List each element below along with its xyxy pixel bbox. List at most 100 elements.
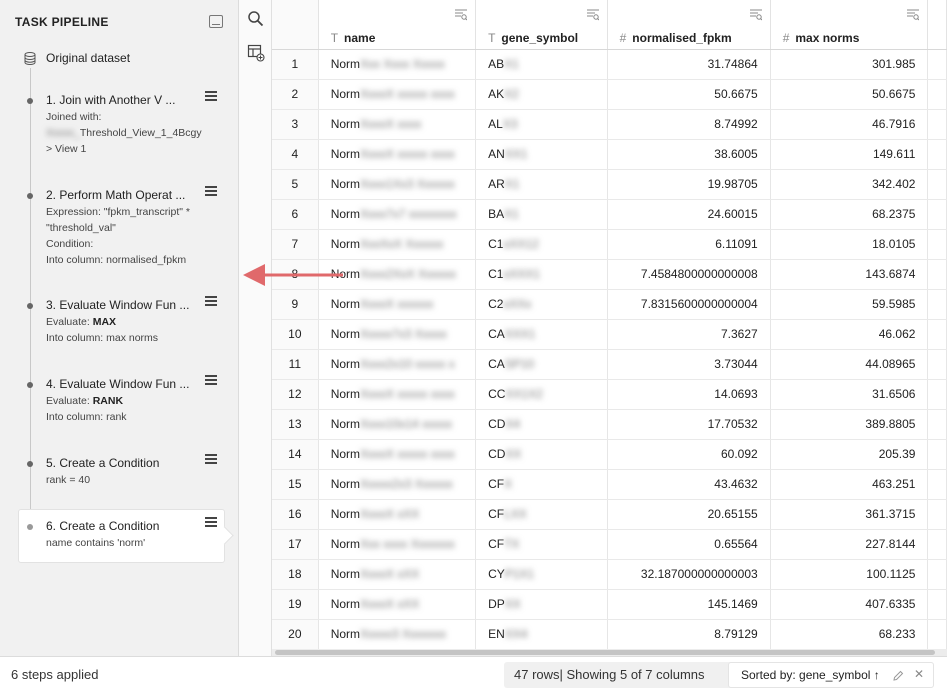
pipeline-step-6[interactable]: 6. Create a Condition name contains 'nor… <box>22 517 222 555</box>
table-row[interactable]: 5 NormXxxx1Xx3 Xxxxxx ARX1 19.98705 342.402 <box>272 169 947 200</box>
collapse-panel-icon[interactable] <box>209 15 223 28</box>
blurred-text: XX4 <box>504 627 528 641</box>
table-row[interactable]: 11 NormXxxx2x10 xxxxx x CASP10 3.73044 44.08… <box>272 349 947 380</box>
horizontal-scrollbar[interactable] <box>272 649 947 656</box>
table-row[interactable]: 13 NormXxxx10x14 xxxxx CDX4 17.70532 389.880… <box>272 409 947 440</box>
cell-normalised-fpkm: 7.4584800000000008 <box>607 259 771 290</box>
table-row[interactable]: 17 NormXxx xxxx Xxxxxxx CFTX 0.65564 227.814… <box>272 529 947 560</box>
table-row[interactable]: 16 NormXxxxX xXX CFLXX 20.65155 361.3715 <box>272 499 947 530</box>
step-detail: Xxxxx_Threshold_View_1_4Bcgy <box>46 125 202 141</box>
data-table: Tname Tgene_symbol # normalised_fpkm # max… <box>272 0 947 649</box>
status-footer: 6 steps applied 47 rows| Showing 5 of 7 … <box>0 656 947 692</box>
blurred-text: xXX12 <box>503 237 539 251</box>
hamburger-menu-icon[interactable] <box>205 186 217 198</box>
hamburger-menu-icon[interactable] <box>205 517 217 529</box>
table-row[interactable]: 4 NormXxxxX xxxxx xxxx ANXX1 38.6005 149.611 <box>272 139 947 170</box>
cell-max-norms: 342.402 <box>770 169 929 200</box>
table-row[interactable]: 8NormXxxx2XxX XxxxxxC1xXXX17.45848000000… <box>272 259 947 290</box>
cell-name: NormXxxxX xxxxx xxxx <box>318 379 477 410</box>
row-index: 6 <box>272 199 319 230</box>
column-filter-icon[interactable] <box>586 9 599 21</box>
cell-name: NormXxxx2x10 xxxxx x <box>318 349 477 380</box>
table-row[interactable]: 7 NormXxxXxX Xxxxxx C1xXX12 6.11091 18.0105 <box>272 229 947 260</box>
cell-text: AK <box>488 87 505 101</box>
table-row[interactable]: 14 NormXxxxX xxxxx xxxx CDXX 60.092 205.39 <box>272 439 947 470</box>
cell-gene-symbol: CFTX <box>475 529 608 560</box>
database-icon <box>24 51 36 65</box>
column-filter-icon[interactable] <box>749 9 763 21</box>
table-row[interactable]: 20 NormXxxxx3 Xxxxxxx ENXX4 8.79129 68.233 <box>272 619 947 649</box>
column-header-gene-symbol[interactable]: Tgene_symbol <box>475 0 608 50</box>
pipeline-step-3[interactable]: 3. Evaluate Window Fun ... Evaluate: MAX… <box>22 296 222 348</box>
pipeline-step-4[interactable]: 4. Evaluate Window Fun ... Evaluate: RAN… <box>22 375 222 427</box>
cell-normalised-fpkm: 145.1469 <box>607 589 771 620</box>
cell-text: CD <box>488 447 506 461</box>
table-row[interactable]: 10 NormXxxxx7x3 Xxxxx CAXXX1 7.3627 46.062 <box>272 319 947 350</box>
blurred-text: Xxxx7x7 xxxxxxxx <box>360 207 457 221</box>
step-detail-prefix: Evaluate: <box>46 316 93 328</box>
blurred-text: X1 <box>504 177 520 191</box>
close-icon[interactable]: ✕ <box>914 667 924 681</box>
row-index: 4 <box>272 139 319 170</box>
table-row[interactable]: 6 NormXxxx7x7 xxxxxxxx BAX1 24.60015 68.2375 <box>272 199 947 230</box>
hamburger-menu-icon[interactable] <box>205 91 217 103</box>
rows-info[interactable]: 47 rows| Showing 5 of 7 columns <box>514 667 705 682</box>
cell-overflow <box>927 439 947 470</box>
table-row[interactable]: 3 NormXxxxX xxxx ALX3 8.74992 46.7916 <box>272 109 947 140</box>
column-header-overflow <box>927 0 947 50</box>
cell-text: CY <box>488 567 505 581</box>
hamburger-menu-icon[interactable] <box>205 375 217 387</box>
cell-overflow <box>927 169 947 200</box>
cell-max-norms: 407.6335 <box>770 589 929 620</box>
step-detail: > View 1 <box>46 143 87 155</box>
pipeline-step-1[interactable]: 1. Join with Another V ... Joined with: … <box>22 91 222 163</box>
blurred-text: XxxxX xxxxx xxxx <box>360 87 455 101</box>
original-dataset[interactable]: Original dataset <box>24 51 130 65</box>
blurred-text: XxxxX xxxxx xxxx <box>360 387 455 401</box>
scrollbar-thumb[interactable] <box>275 650 935 655</box>
table-row[interactable]: 15 NormXxxxx2x3 Xxxxxx CFX 43.4632 463.251 <box>272 469 947 500</box>
cell-overflow <box>927 559 947 590</box>
cell-max-norms: 100.1125 <box>770 559 929 590</box>
column-header-name[interactable]: Tname <box>318 0 477 50</box>
table-row[interactable]: 12 NormXxxxX xxxxx xxxx CCXX1X2 14.0693 31.6… <box>272 379 947 410</box>
cell-overflow <box>927 229 947 260</box>
table-row[interactable]: 18 NormXxxxX xXX CYP1X1 32.187000000000003 1… <box>272 559 947 590</box>
column-filter-icon[interactable] <box>455 9 468 21</box>
cell-gene-symbol: CCXX1X2 <box>475 379 608 410</box>
blurred-text: X2 <box>504 87 519 101</box>
cell-max-norms: 361.3715 <box>770 499 929 530</box>
cell-text: CD <box>488 417 506 431</box>
column-header-max-norms[interactable]: # max norms <box>770 0 929 50</box>
cell-gene-symbol: DPXX <box>475 589 608 620</box>
cell-name: NormXxxxX xXX <box>318 559 477 590</box>
pipeline-step-2[interactable]: 2. Perform Math Operat ... Expression: "… <box>22 186 222 268</box>
table-row[interactable]: 19 NormXxxxX xXX DPXX 145.1469 407.6335 <box>272 589 947 620</box>
table-row[interactable]: 1 NormXxx Xxxx Xxxxx ABX1 31.74864 301.985 <box>272 49 947 80</box>
table-row[interactable]: 2 NormXxxxX xxxxx xxxx AKX2 50.6675 50.6675 <box>272 79 947 110</box>
row-index: 5 <box>272 169 319 200</box>
cell-gene-symbol: C1xXX12 <box>475 229 608 260</box>
row-index: 9 <box>272 289 319 320</box>
cell-max-norms: 68.233 <box>770 619 929 649</box>
cell-text: Norm <box>330 357 361 371</box>
blurred-text: Xxxxx7x3 Xxxxx <box>360 327 447 341</box>
table-row[interactable]: 9 NormXxxxX xxxxxx C2xXXx 7.831560000000000… <box>272 289 947 320</box>
hamburger-menu-icon[interactable] <box>205 296 217 308</box>
cell-gene-symbol: C2xXXx <box>475 289 608 320</box>
step-dot <box>27 382 33 388</box>
pencil-icon[interactable] <box>892 669 904 681</box>
blurred-text: Xxxxx2x3 Xxxxxx <box>360 477 453 491</box>
step-title: 3. Evaluate Window Fun ... <box>46 298 190 312</box>
blurred-text: X1 <box>504 57 519 71</box>
hamburger-menu-icon[interactable] <box>205 454 217 466</box>
pipeline-step-5[interactable]: 5. Create a Condition rank = 40 <box>22 454 222 492</box>
column-filter-icon[interactable] <box>907 9 920 21</box>
search-icon[interactable] <box>247 10 265 28</box>
sort-indicator[interactable]: Sorted by: gene_symbol ↑ ✕ <box>728 662 934 688</box>
cell-max-norms: 149.611 <box>770 139 929 170</box>
cell-name: NormXxxxx2x3 Xxxxxx <box>318 469 477 500</box>
table-status-bar: 47 rows| Showing 5 of 7 columns Sorted b… <box>504 662 934 688</box>
column-header-normalised-fpkm[interactable]: # normalised_fpkm <box>607 0 771 50</box>
add-table-icon[interactable] <box>247 44 265 62</box>
